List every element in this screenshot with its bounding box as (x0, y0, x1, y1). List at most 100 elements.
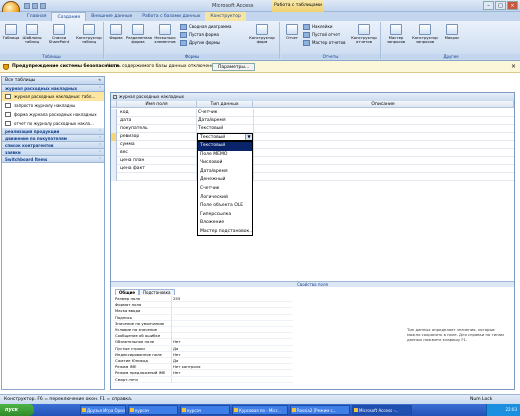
dropdown-option[interactable]: Поле объекта OLE (198, 202, 252, 211)
start-button[interactable]: пуск (0, 404, 34, 416)
table-row[interactable]: вес (111, 149, 514, 157)
multiple-items-button[interactable]: Несколько элементов (152, 24, 178, 44)
field-grid: Имя поля Тип данных Описание код Счетчик … (111, 101, 514, 281)
table-design-button[interactable]: Конструктор таблиц (76, 24, 102, 44)
dropdown-option[interactable]: Гиперссылка (198, 211, 252, 220)
security-options-button[interactable]: Параметры... (212, 63, 256, 71)
dropdown-option[interactable]: Мастер подстановок... (198, 228, 254, 237)
report-design-icon (358, 24, 370, 35)
table-design-icon (83, 24, 95, 35)
table-row[interactable]: код Счетчик (111, 109, 514, 117)
minimize-button[interactable]: – (483, 1, 494, 10)
table-row[interactable]: цена план (111, 157, 514, 165)
nav-item-form[interactable]: форма журнала расходных накладных (2, 110, 104, 119)
macro-button[interactable]: Макрос (442, 24, 462, 40)
tab-design[interactable]: Конструктор (205, 12, 246, 21)
nav-group-journal[interactable]: журнал расходных накладных ˄ (2, 85, 104, 92)
report-design-button[interactable]: Конструктор отчетов (349, 24, 379, 44)
report-icon (5, 121, 11, 126)
property-row[interactable]: Смарт-теги (113, 376, 293, 383)
table-button[interactable]: Таблица (2, 24, 20, 40)
column-header-data-type: Тип данных (197, 101, 253, 108)
dropdown-option[interactable]: Вложение (198, 219, 252, 228)
labels-button[interactable]: Наклейки (303, 24, 333, 30)
maximize-button[interactable]: □ (495, 1, 506, 10)
table-row[interactable]: покупатель Текстовый (111, 125, 514, 133)
form-design-button[interactable]: Конструктор форм (247, 24, 277, 44)
data-type-combo[interactable]: Текстовый ▼ (197, 133, 253, 141)
table-row[interactable]: цена факт (111, 165, 514, 173)
tab-database-tools[interactable]: Работа с базами данных (137, 12, 205, 21)
column-header-description: Описание (253, 101, 514, 108)
form-button[interactable]: Форма (107, 24, 125, 40)
tab-lookup[interactable]: Подстановка (139, 289, 175, 295)
table-row[interactable]: дата Дата/время (111, 117, 514, 125)
ribbon-group-reports: Отчет Наклейки Пустой отчет Мастер отчет… (281, 22, 381, 59)
tab-general[interactable]: Общие (115, 289, 140, 295)
query-wizard-button[interactable]: Мастер запросов (384, 24, 408, 44)
dropdown-option[interactable]: Текстовый (198, 142, 252, 151)
close-icon[interactable]: × (511, 61, 516, 73)
report-wizard-button[interactable]: Мастер отчетов (303, 40, 345, 46)
shield-icon (3, 64, 9, 70)
dropdown-option[interactable]: Денежный (198, 176, 252, 185)
report-button[interactable]: Отчет (283, 24, 301, 40)
table-row[interactable] (111, 173, 514, 181)
nav-group-sales[interactable]: реализация продукции ˅ (2, 128, 104, 135)
taskbar-item[interactable]: Друзья Игра Ориз... (80, 405, 126, 415)
table-row[interactable]: ревизор (111, 133, 514, 141)
sharepoint-lists-button[interactable]: Списки SharePoint (46, 24, 72, 44)
tab-home[interactable]: Главная (22, 12, 51, 21)
nav-item-report[interactable]: отчет по журналу расходных накла... (2, 119, 104, 128)
chevron-double-left-icon[interactable]: « (98, 77, 101, 85)
nav-group-orders[interactable]: заявки ˅ (2, 149, 104, 156)
nav-group-contractors[interactable]: список контрагентов ˅ (2, 142, 104, 149)
system-tray: 22:03 (486, 404, 520, 416)
clock: 22:03 (505, 407, 517, 412)
security-warning-message: Часть содержимого базы данных отключено (107, 64, 214, 69)
security-warning-bar: Предупреждение системы безопасности Част… (0, 61, 520, 73)
chevron-down-icon[interactable]: ▼ (245, 134, 252, 140)
taskbar-item-active[interactable]: Microsoft Access -... (352, 405, 412, 415)
taskbar-item[interactable]: Rossia2 [Режим с... (290, 405, 350, 415)
more-forms-button[interactable]: Другие формы (180, 40, 220, 46)
nav-group-switchboard[interactable]: Switchboard Items ˅ (2, 156, 104, 163)
split-form-button[interactable]: Разделенная форма (126, 24, 152, 44)
taskbar-item[interactable]: курсач (180, 405, 230, 415)
table-icon (5, 24, 17, 35)
multiple-items-icon (159, 24, 171, 35)
pivot-chart-button[interactable]: Сводная диаграмма (180, 24, 232, 30)
chevron-down-icon: ˅ (99, 143, 101, 148)
close-button[interactable]: × (507, 1, 518, 10)
save-icon[interactable] (24, 3, 30, 9)
blank-form-button[interactable]: Пустая форма (180, 32, 219, 38)
query-icon (5, 103, 11, 108)
blank-report-button[interactable]: Пустой отчет (303, 32, 340, 38)
redo-icon[interactable] (40, 3, 46, 9)
ribbon-tabs: Главная Создание Внешние данные Работа с… (0, 12, 520, 21)
window-title: Microsoft Access (212, 3, 254, 9)
tab-external-data[interactable]: Внешние данные (86, 12, 137, 21)
dropdown-option[interactable]: Дата/время (198, 168, 252, 177)
nav-group-buyers[interactable]: движение по покупателям ˅ (2, 135, 104, 142)
nav-item-query[interactable]: запросто журналу накладны (2, 101, 104, 110)
table-templates-button[interactable]: Шаблоны таблиц (21, 24, 43, 44)
taskbar-item[interactable]: Курсовая по - Micr... (232, 405, 288, 415)
undo-icon[interactable] (32, 3, 38, 9)
table-templates-icon (26, 24, 38, 35)
table-icon (5, 94, 11, 99)
dropdown-option[interactable]: Поле MEMO (198, 151, 252, 160)
report-icon (286, 24, 298, 35)
sharepoint-icon (53, 24, 65, 35)
nav-header[interactable]: Все таблицы « (2, 77, 104, 85)
query-design-button[interactable]: Конструктор запросов (410, 24, 440, 44)
form-icon (5, 112, 11, 117)
tab-create[interactable]: Создание (51, 12, 87, 21)
table-row[interactable]: сумма (111, 141, 514, 149)
taskbar-item[interactable]: курсач (128, 405, 178, 415)
dropdown-option[interactable]: Логический (198, 194, 252, 203)
nav-item-table[interactable]: журнал расходных накладных: табл... (2, 92, 104, 101)
dropdown-option[interactable]: Числовой (198, 159, 252, 168)
form-design-icon (256, 24, 268, 35)
dropdown-option[interactable]: Счетчик (198, 185, 252, 194)
